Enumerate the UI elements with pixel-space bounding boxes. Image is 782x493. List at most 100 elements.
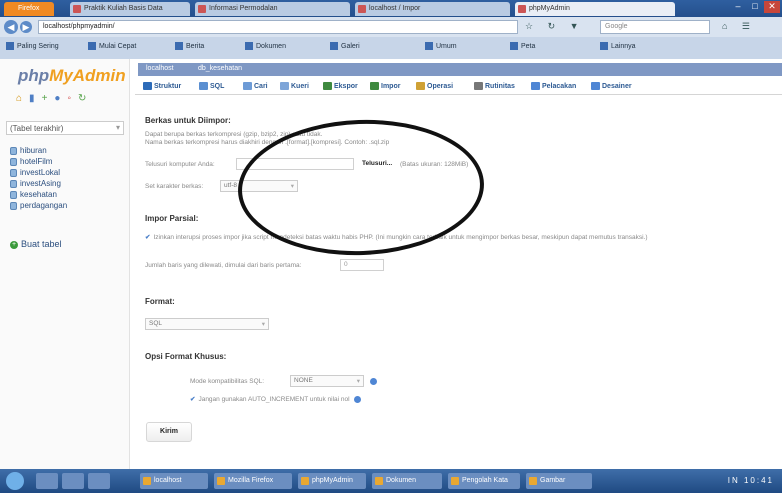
- bookmark-item[interactable]: Peta: [510, 42, 535, 50]
- list-item[interactable]: investLokal: [10, 167, 67, 178]
- bookmark-item[interactable]: Paling Sering: [6, 42, 59, 50]
- search-input[interactable]: Google: [600, 20, 710, 34]
- query-icon: [280, 82, 289, 90]
- list-item[interactable]: investAsing: [10, 178, 67, 189]
- tab-tracking[interactable]: Pelacakan: [531, 82, 576, 90]
- go-button[interactable]: Kirim: [146, 422, 192, 442]
- tab-label: phpMyAdmin: [529, 5, 570, 12]
- skip-rows-input[interactable]: 0: [340, 259, 384, 271]
- bookmark-icon: [425, 42, 433, 50]
- plus-icon: +: [10, 240, 18, 249]
- tab-2[interactable]: Informasi Permodalan: [195, 2, 350, 16]
- charset-select[interactable]: utf-8 ▾: [220, 180, 298, 192]
- reload-icon[interactable]: ☆ ↻ ▼: [525, 21, 585, 32]
- home-icon[interactable]: ⌂ ☰: [722, 21, 756, 32]
- bookmark-item[interactable]: Dokumen: [245, 42, 286, 50]
- minimize-icon[interactable]: –: [730, 1, 746, 13]
- format-select[interactable]: SQL ▾: [145, 318, 269, 330]
- firefox-menu-button[interactable]: Firefox: [4, 2, 54, 16]
- taskbar-item[interactable]: Dokumen: [372, 473, 442, 489]
- tab-sql[interactable]: SQL: [199, 82, 224, 90]
- query-window-icon[interactable]: +: [42, 93, 55, 104]
- pma-logo[interactable]: phpMyAdmin: [18, 66, 126, 86]
- settings-icon[interactable]: ◦: [67, 93, 78, 104]
- logout-icon[interactable]: ▮: [29, 93, 42, 104]
- list-item[interactable]: kesehatan: [10, 189, 67, 200]
- docs-icon[interactable]: ●: [54, 93, 67, 104]
- tab-3[interactable]: localhost / Impor: [355, 2, 510, 16]
- pinned-media-icon[interactable]: [88, 473, 110, 489]
- back-icon[interactable]: ◀: [4, 20, 18, 34]
- bookmark-item[interactable]: Galeri: [330, 42, 360, 50]
- system-tray[interactable]: IN 10:41: [728, 476, 774, 485]
- help-icon[interactable]: [353, 395, 361, 403]
- app-icon: [451, 477, 459, 485]
- pinned-folder-icon[interactable]: [62, 473, 84, 489]
- bookmark-item[interactable]: Umum: [425, 42, 457, 50]
- close-icon[interactable]: ✕: [764, 1, 780, 13]
- breadcrumb-server[interactable]: localhost: [146, 65, 174, 72]
- taskbar-item[interactable]: Mozilla Firefox: [214, 473, 292, 489]
- breadcrumb-database[interactable]: db_kesehatan: [198, 65, 242, 72]
- file-help-text-2: Nama berkas terkompresi harus diakhiri d…: [145, 139, 390, 146]
- forward-icon[interactable]: ▶: [20, 21, 32, 33]
- pinned-ie-icon[interactable]: [36, 473, 58, 489]
- database-icon: [10, 168, 17, 177]
- taskbar-item[interactable]: phpMyAdmin: [298, 473, 366, 489]
- compat-mode-select[interactable]: NONE ▾: [290, 375, 364, 387]
- taskbar-item[interactable]: localhost: [140, 473, 208, 489]
- reload-nav-icon[interactable]: ↻: [78, 93, 93, 104]
- address-bar[interactable]: localhost/phpmyadmin/: [38, 20, 518, 34]
- chevron-down-icon: ▾: [115, 123, 120, 132]
- browse-label: Telusuri komputer Anda:: [145, 161, 215, 168]
- tab-structure[interactable]: Struktur: [143, 82, 181, 90]
- bookmark-icon: [245, 42, 253, 50]
- bookmark-item[interactable]: Mulai Cepat: [88, 42, 136, 50]
- app-icon: [301, 477, 309, 485]
- recent-tables-select[interactable]: (Tabel terakhir) ▾: [6, 121, 124, 135]
- tab-label: Praktik Kuliah Basis Data: [84, 5, 163, 12]
- chevron-down-icon: ▾: [356, 378, 360, 385]
- file-input[interactable]: [236, 158, 354, 170]
- import-icon: [370, 82, 379, 90]
- taskbar: localhost Mozilla Firefox phpMyAdmin Dok…: [0, 469, 782, 493]
- tab-export[interactable]: Ekspor: [323, 82, 358, 90]
- bookmarks-toolbar: Paling Sering Mulai Cepat Berita Dokumen…: [0, 37, 782, 59]
- database-icon: [10, 157, 17, 166]
- bookmark-icon: [510, 42, 518, 50]
- quick-links: ⌂▮+●◦↻: [16, 93, 93, 104]
- bookmark-item[interactable]: Lainnya: [600, 42, 636, 50]
- format-section-title: Format:: [145, 297, 175, 306]
- export-icon: [323, 82, 332, 90]
- start-button[interactable]: [6, 472, 24, 490]
- list-item[interactable]: perdagangan: [10, 200, 67, 211]
- taskbar-item[interactable]: Pengolah Kata: [448, 473, 520, 489]
- maximize-icon[interactable]: □: [747, 1, 763, 13]
- list-item[interactable]: hotelFilm: [10, 156, 67, 167]
- tab-4-active[interactable]: phpMyAdmin: [515, 2, 675, 16]
- browse-button[interactable]: Telusuri...: [362, 160, 392, 167]
- tab-import[interactable]: Impor: [370, 82, 400, 90]
- bookmark-item[interactable]: Berita: [175, 42, 204, 50]
- file-section-title: Berkas untuk Diimpor:: [145, 116, 231, 125]
- help-icon[interactable]: [370, 378, 377, 385]
- structure-icon: [143, 82, 152, 90]
- tab-designer[interactable]: Desainer: [591, 82, 632, 90]
- list-item[interactable]: hiburan: [10, 145, 67, 156]
- no-auto-increment-checkbox[interactable]: ✔ Jangan gunakan AUTO_INCREMENT untuk nil…: [190, 395, 361, 403]
- app-icon: [143, 477, 151, 485]
- sql-icon: [199, 82, 208, 90]
- tab-query[interactable]: Kueri: [280, 82, 309, 90]
- max-size-note: (Batas ukuran: 128MiB): [400, 161, 469, 168]
- tab-operations[interactable]: Operasi: [416, 82, 453, 90]
- new-table-link[interactable]: + Buat tabel: [10, 239, 62, 249]
- app-icon: [529, 477, 537, 485]
- taskbar-item[interactable]: Gambar: [526, 473, 592, 489]
- tab-1[interactable]: Praktik Kuliah Basis Data: [70, 2, 190, 16]
- tab-search[interactable]: Cari: [243, 82, 268, 90]
- format-options-title: Opsi Format Khusus:: [145, 352, 227, 361]
- tab-routines[interactable]: Rutinitas: [474, 82, 515, 90]
- partial-import-checkbox[interactable]: ✔ Izinkan interupsi proses impor jika scr…: [145, 234, 767, 242]
- home-icon[interactable]: ⌂: [16, 93, 29, 104]
- designer-icon: [591, 82, 600, 90]
